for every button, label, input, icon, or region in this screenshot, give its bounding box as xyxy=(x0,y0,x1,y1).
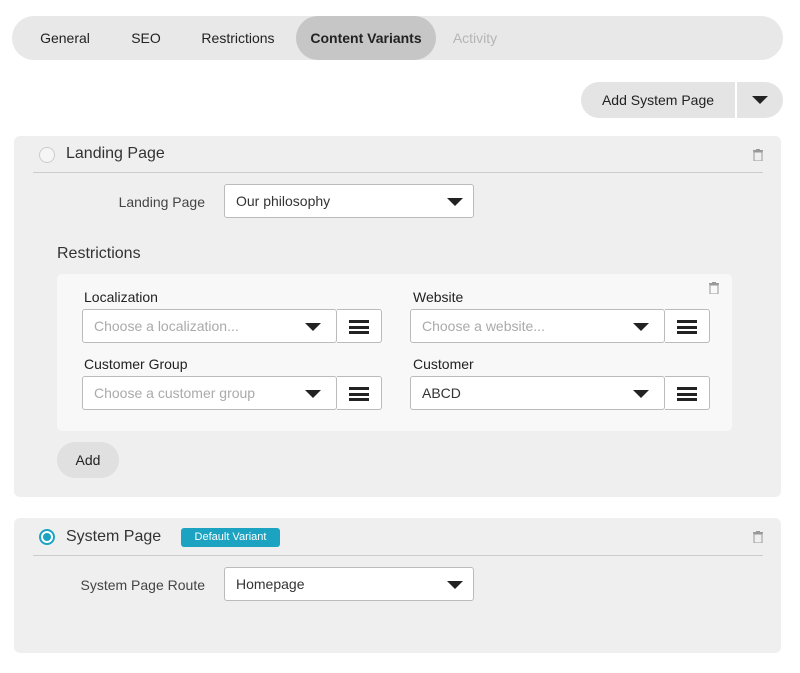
website-select[interactable]: Choose a website... xyxy=(410,309,665,343)
tab-seo[interactable]: SEO xyxy=(120,16,172,60)
tab-content-variants[interactable]: Content Variants xyxy=(296,16,436,60)
system-page-route-select[interactable]: Homepage xyxy=(224,567,474,601)
tab-bar: General SEO Restrictions Content Variant… xyxy=(12,16,783,60)
caret-down-icon xyxy=(447,581,463,589)
tab-restrictions[interactable]: Restrictions xyxy=(188,16,288,60)
landing-page-label: Landing Page xyxy=(118,194,205,210)
caret-down-icon xyxy=(633,390,649,398)
placeholder: Choose a localization... xyxy=(94,318,239,334)
add-options-dropdown-button[interactable] xyxy=(737,82,783,118)
customer-group-label: Customer Group xyxy=(84,356,188,372)
tab-general[interactable]: General xyxy=(26,16,104,60)
customer-label: Customer xyxy=(413,356,474,372)
localization-label: Localization xyxy=(84,289,158,305)
caret-down-icon xyxy=(633,323,649,331)
customer-group-list-button[interactable] xyxy=(337,376,382,410)
customer-group-select[interactable]: Choose a customer group xyxy=(82,376,337,410)
trash-icon[interactable] xyxy=(753,149,763,161)
divider xyxy=(33,555,763,556)
caret-down-icon xyxy=(447,198,463,206)
caret-down-icon xyxy=(305,323,321,331)
localization-list-button[interactable] xyxy=(337,309,382,343)
customer-select[interactable]: ABCD xyxy=(410,376,665,410)
add-system-page-button[interactable]: Add System Page xyxy=(581,82,735,118)
placeholder: Choose a customer group xyxy=(94,385,256,401)
placeholder: Choose a website... xyxy=(422,318,545,334)
hamburger-icon xyxy=(677,387,697,401)
trash-icon[interactable] xyxy=(753,531,763,543)
select-value: Our philosophy xyxy=(236,193,331,209)
website-label: Website xyxy=(413,289,464,305)
add-restriction-button[interactable]: Add xyxy=(57,442,119,478)
hamburger-icon xyxy=(349,387,369,401)
variant-radio-selected[interactable] xyxy=(39,529,55,545)
localization-select[interactable]: Choose a localization... xyxy=(82,309,337,343)
divider xyxy=(33,172,763,173)
restrictions-heading: Restrictions xyxy=(57,245,141,262)
trash-icon[interactable] xyxy=(709,282,719,294)
hamburger-icon xyxy=(349,320,369,334)
variant-title: Landing Page xyxy=(66,145,165,162)
default-variant-badge: Default Variant xyxy=(181,528,280,547)
customer-list-button[interactable] xyxy=(665,376,710,410)
hamburger-icon xyxy=(677,320,697,334)
website-list-button[interactable] xyxy=(665,309,710,343)
select-value: ABCD xyxy=(422,385,461,401)
caret-down-icon xyxy=(305,390,321,398)
variant-title: System Page xyxy=(66,528,162,545)
system-page-route-label: System Page Route xyxy=(80,577,205,593)
landing-page-select[interactable]: Our philosophy xyxy=(224,184,474,218)
chevron-down-icon xyxy=(752,96,768,104)
variant-radio[interactable] xyxy=(39,147,55,163)
tab-activity: Activity xyxy=(452,30,498,46)
select-value: Homepage xyxy=(236,576,305,592)
